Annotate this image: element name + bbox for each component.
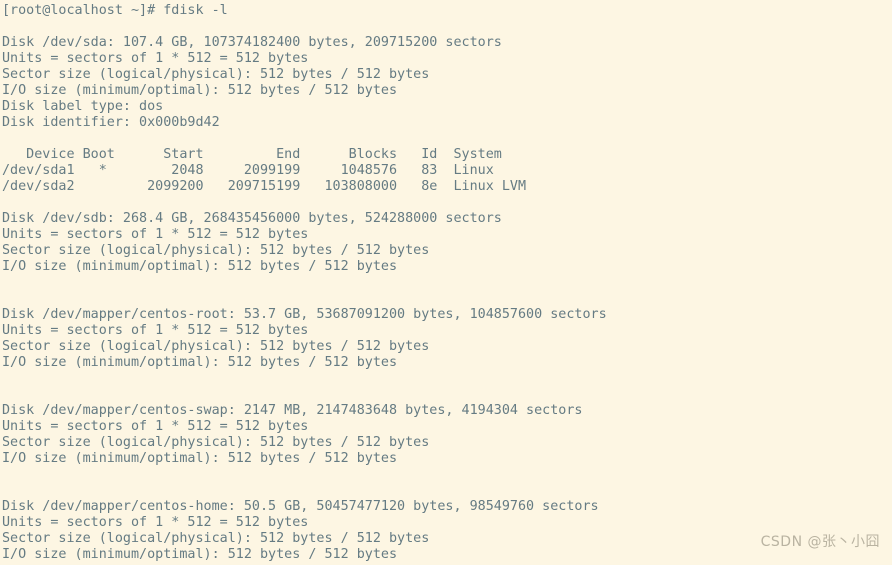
terminal-line: Sector size (logical/physical): 512 byte… [2,67,430,82]
terminal-line: I/O size (minimum/optimal): 512 bytes / … [2,259,398,274]
terminal-line: I/O size (minimum/optimal): 512 bytes / … [2,547,398,562]
terminal-line: Units = sectors of 1 * 512 = 512 bytes [2,227,309,242]
partition-table-header: Device Boot Start End Blocks Id System [2,147,502,162]
disk-header-line: Disk /dev/sda: 107.4 GB, 107374182400 by… [2,35,502,50]
terminal-line: Sector size (logical/physical): 512 byte… [2,339,430,354]
terminal-line: Disk identifier: 0x000b9d42 [2,115,220,130]
terminal-line: Disk label type: dos [2,99,164,114]
disk-header-line: Disk /dev/mapper/centos-swap: 2147 MB, 2… [2,403,583,418]
terminal-line: Sector size (logical/physical): 512 byte… [2,531,430,546]
disk-header-line: Disk /dev/mapper/centos-root: 53.7 GB, 5… [2,307,607,322]
disk-header-line: Disk /dev/mapper/centos-home: 50.5 GB, 5… [2,499,599,514]
partition-table-row: /dev/sda2 2099200 209715199 103808000 8e… [2,179,527,194]
partition-table-row: /dev/sda1 * 2048 2099199 1048576 83 Linu… [2,163,494,178]
terminal-line: I/O size (minimum/optimal): 512 bytes / … [2,451,398,466]
terminal-line: Units = sectors of 1 * 512 = 512 bytes [2,515,309,530]
terminal-line: I/O size (minimum/optimal): 512 bytes / … [2,83,398,98]
terminal-window[interactable]: [root@localhost ~]# fdisk -l Disk /dev/sd… [0,0,892,565]
terminal-prompt-line: [root@localhost ~]# fdisk -l [2,3,228,18]
csdn-watermark: CSDN @张丶小囧 [760,534,880,550]
terminal-line: Sector size (logical/physical): 512 byte… [2,435,430,450]
terminal-output: [root@localhost ~]# fdisk -l Disk /dev/sd… [2,3,892,563]
terminal-line: Sector size (logical/physical): 512 byte… [2,243,430,258]
terminal-line: I/O size (minimum/optimal): 512 bytes / … [2,355,398,370]
disk-header-line: Disk /dev/sdb: 268.4 GB, 268435456000 by… [2,211,502,226]
terminal-line: Units = sectors of 1 * 512 = 512 bytes [2,51,309,66]
terminal-line: Units = sectors of 1 * 512 = 512 bytes [2,323,309,338]
terminal-line: Units = sectors of 1 * 512 = 512 bytes [2,419,309,434]
